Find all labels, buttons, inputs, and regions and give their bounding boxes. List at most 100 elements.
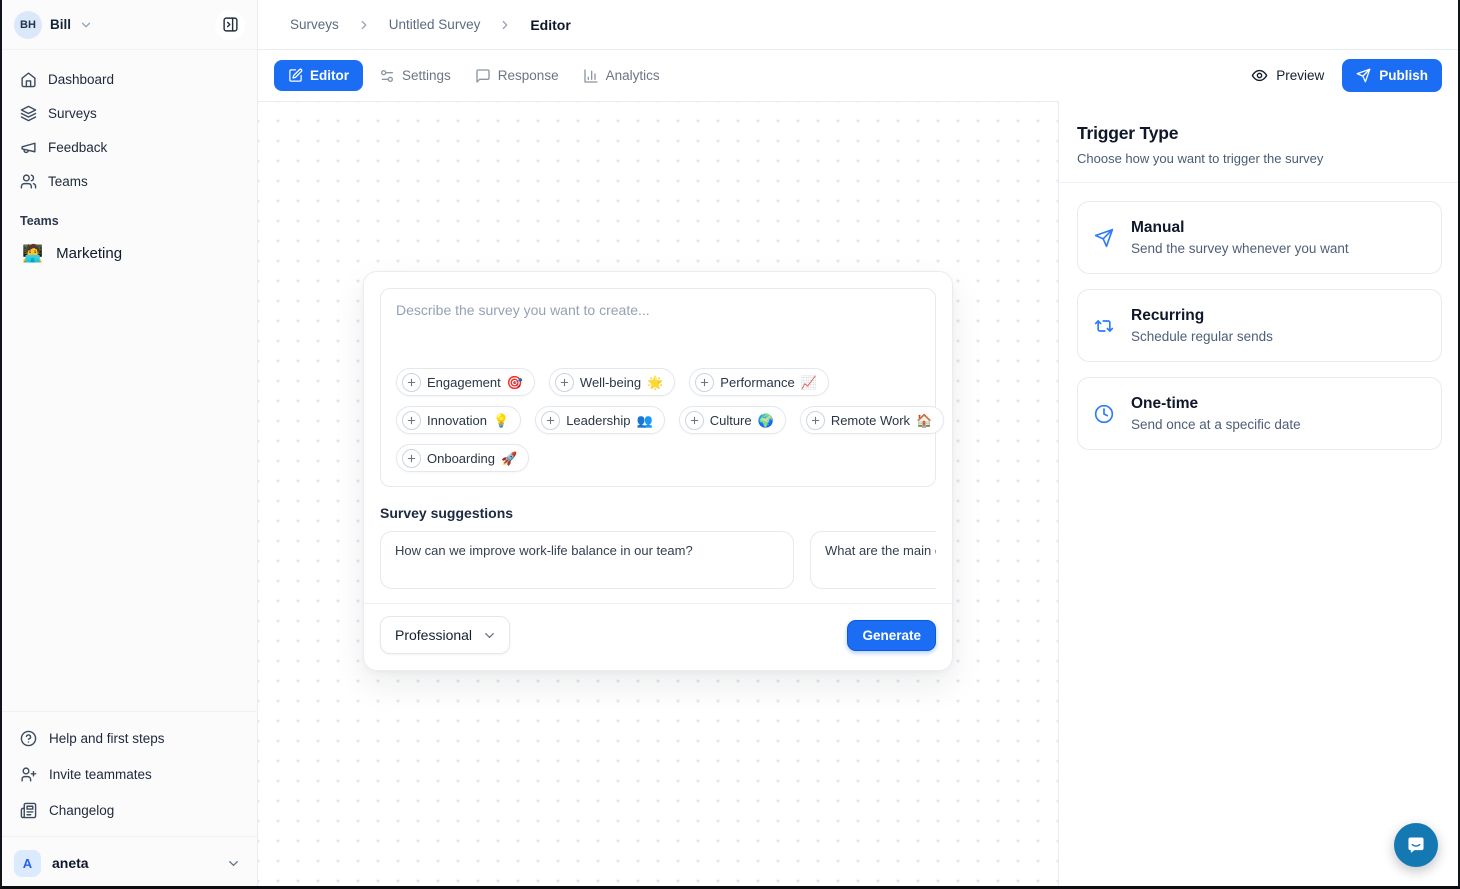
teams-section-label: Teams [0, 198, 257, 234]
sliders-icon [379, 68, 395, 84]
tab-analytics[interactable]: Analytics [571, 60, 672, 92]
breadcrumb-surveys[interactable]: Surveys [290, 17, 339, 32]
chevron-down-icon [79, 18, 93, 32]
workspace-switcher[interactable]: BH Bill [0, 0, 257, 50]
chip-emoji: 🌟 [647, 376, 663, 389]
sidebar-item-surveys[interactable]: Surveys [10, 96, 247, 130]
sidebar-item-invite[interactable]: Invite teammates [10, 756, 247, 792]
sidebar-item-team-marketing[interactable]: 🧑‍💻 Marketing [10, 234, 247, 272]
tone-select-value: Professional [395, 627, 472, 643]
sidebar-item-feedback[interactable]: Feedback [10, 130, 247, 164]
trigger-panel-header: Trigger Type Choose how you want to trig… [1059, 101, 1460, 183]
team-emoji: 🧑‍💻 [22, 245, 43, 262]
message-square-icon [475, 68, 491, 84]
editor-canvas[interactable]: Engagement 🎯 Well-being 🌟 [258, 101, 1058, 889]
trigger-option-title: Recurring [1131, 307, 1273, 325]
panel-title: Trigger Type [1077, 123, 1442, 144]
trigger-option-one-time[interactable]: One-time Send once at a specific date [1077, 377, 1442, 450]
chip-emoji: 🌍 [758, 414, 774, 427]
trigger-option-recurring[interactable]: Recurring Schedule regular sends [1077, 289, 1442, 362]
sidebar-item-dashboard[interactable]: Dashboard [10, 62, 247, 96]
chip-row: Innovation 💡 Leadership 👥 [396, 406, 920, 434]
main-column: Surveys Untitled Survey Editor Editor [258, 0, 1460, 889]
tab-label: Response [498, 68, 559, 83]
prompt-box: Engagement 🎯 Well-being 🌟 [380, 288, 936, 487]
plus-circle-icon [541, 411, 560, 430]
tab-response[interactable]: Response [463, 60, 571, 92]
topic-chip-innovation[interactable]: Innovation 💡 [396, 406, 521, 434]
tone-select[interactable]: Professional [380, 616, 510, 654]
chip-label: Innovation [427, 413, 487, 428]
users-icon [20, 173, 37, 190]
sidebar-item-label: Dashboard [48, 72, 114, 87]
survey-prompt-input[interactable] [396, 302, 920, 368]
trigger-option-description: Schedule regular sends [1131, 329, 1273, 344]
suggestion-card[interactable]: How can we improve work-life balance in … [380, 531, 794, 589]
layers-icon [20, 105, 37, 122]
publish-button[interactable]: Publish [1342, 59, 1442, 92]
panel-toggle-icon [222, 16, 239, 33]
tab-editor[interactable]: Editor [274, 60, 363, 91]
topic-chips: Engagement 🎯 Well-being 🌟 [396, 368, 920, 472]
preview-button[interactable]: Preview [1251, 67, 1324, 84]
workspace-avatar: BH [14, 11, 42, 39]
megaphone-icon [20, 139, 37, 156]
trigger-option-text: Manual Send the survey whenever you want [1131, 219, 1349, 256]
sidebar-item-label: Teams [48, 174, 88, 189]
tab-settings[interactable]: Settings [367, 60, 463, 92]
home-icon [20, 71, 37, 88]
sidebar-item-teams[interactable]: Teams [10, 164, 247, 198]
user-plus-icon [20, 766, 37, 783]
plus-circle-icon [402, 411, 421, 430]
send-icon [1356, 68, 1371, 83]
topic-chip-culture[interactable]: Culture 🌍 [679, 406, 786, 434]
clock-icon [1094, 404, 1114, 424]
topic-chip-engagement[interactable]: Engagement 🎯 [396, 368, 535, 396]
sidebar-spacer [0, 272, 257, 711]
preview-label: Preview [1276, 68, 1324, 83]
breadcrumb-untitled-survey[interactable]: Untitled Survey [389, 17, 481, 32]
trigger-option-text: One-time Send once at a specific date [1131, 395, 1301, 432]
publish-label: Publish [1379, 68, 1428, 83]
sidebar-item-label: Feedback [48, 140, 107, 155]
bar-chart-icon [583, 68, 599, 84]
composer-footer: Professional Generate [364, 603, 952, 654]
workspace-name: Bill [50, 17, 71, 32]
chip-row: Engagement 🎯 Well-being 🌟 [396, 368, 920, 396]
chevron-right-icon [498, 18, 512, 32]
pencil-square-icon [288, 68, 303, 83]
trigger-option-description: Send once at a specific date [1131, 417, 1301, 432]
app-window: BH Bill Dashboard Surv [0, 0, 1460, 889]
tab-label: Analytics [606, 68, 660, 83]
chip-row: Onboarding 🚀 [396, 444, 920, 472]
trigger-option-text: Recurring Schedule regular sends [1131, 307, 1273, 344]
chip-emoji: 📈 [801, 376, 817, 389]
chevron-right-icon [357, 18, 371, 32]
chip-label: Performance [720, 375, 794, 390]
trigger-option-title: One-time [1131, 395, 1301, 413]
topic-chip-well-being[interactable]: Well-being 🌟 [549, 368, 675, 396]
chevron-down-icon [482, 628, 497, 643]
chip-label: Well-being [580, 375, 641, 390]
suggestion-card[interactable]: What are the main ob [810, 531, 936, 589]
sidebar-footer-nav: Help and first steps Invite teammates Ch… [0, 711, 257, 836]
eye-icon [1251, 67, 1268, 84]
sidebar-item-help[interactable]: Help and first steps [10, 720, 247, 756]
topic-chip-onboarding[interactable]: Onboarding 🚀 [396, 444, 529, 472]
plus-circle-icon [555, 373, 574, 392]
topic-chip-remote-work[interactable]: Remote Work 🏠 [800, 406, 944, 434]
repeat-icon [1094, 316, 1114, 336]
chat-launcher-button[interactable] [1394, 823, 1438, 867]
plus-circle-icon [402, 449, 421, 468]
sidebar-item-changelog[interactable]: Changelog [10, 792, 247, 828]
sidebar-collapse-button[interactable] [215, 10, 245, 40]
trigger-option-manual[interactable]: Manual Send the survey whenever you want [1077, 201, 1442, 274]
content-row: Engagement 🎯 Well-being 🌟 [258, 101, 1460, 889]
generate-button[interactable]: Generate [847, 620, 936, 651]
topic-chip-leadership[interactable]: Leadership 👥 [535, 406, 665, 434]
breadcrumb-editor: Editor [530, 17, 570, 33]
account-menu[interactable]: A aneta [0, 836, 257, 889]
account-name: aneta [52, 855, 89, 871]
panel-subtitle: Choose how you want to trigger the surve… [1077, 151, 1442, 166]
topic-chip-performance[interactable]: Performance 📈 [689, 368, 829, 396]
